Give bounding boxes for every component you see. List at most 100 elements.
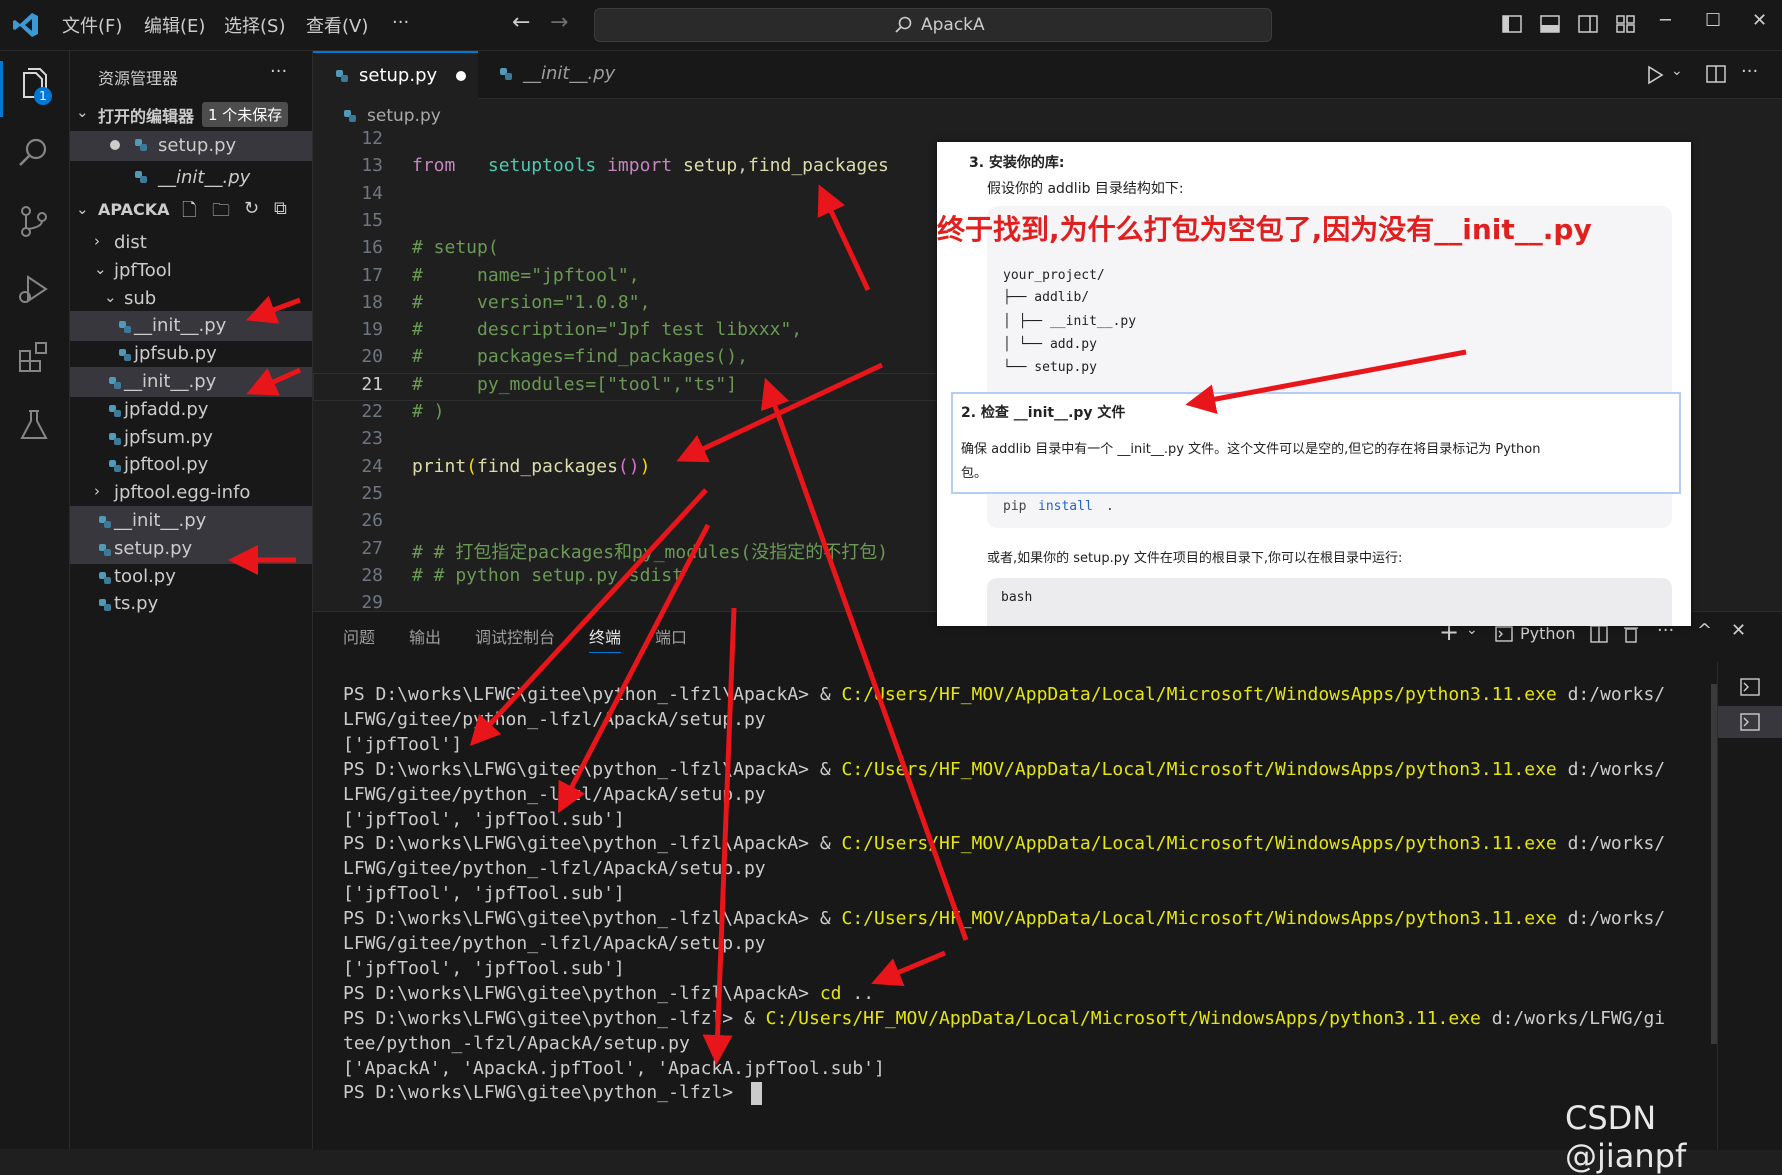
terminal-line: ['jpfTool', 'jpfTool.sub'] [343, 957, 625, 979]
line-number: 29 [361, 592, 383, 614]
maximize-icon[interactable]: ☐ [1705, 10, 1721, 31]
doc-pip-dot: . [1106, 499, 1114, 514]
python-file-icon [118, 346, 132, 362]
close-panel-icon[interactable]: ✕ [1731, 620, 1746, 641]
new-folder-icon[interactable]: 🗀 [212, 198, 230, 228]
command-center[interactable]: ApackA [594, 8, 1272, 42]
code-line[interactable]: from setuptools import setup,find_packag… [412, 155, 889, 176]
code-line[interactable]: # description="Jpf test libxxx", [412, 319, 802, 340]
tree-file[interactable]: __init__.py [70, 367, 312, 397]
menu-file[interactable]: 文件(F) [62, 12, 122, 38]
tab-setup-py[interactable]: setup.py [313, 51, 478, 100]
tree-item-label: ts.py [114, 593, 159, 615]
terminal-scrollbar[interactable] [1711, 684, 1717, 1044]
terminal-instance-icon[interactable] [1740, 678, 1760, 696]
run-debug-icon[interactable] [16, 271, 52, 307]
tree-folder[interactable]: › jpftool.egg-info [70, 478, 312, 508]
tree-file[interactable]: __init__.py [70, 506, 312, 536]
python-file-icon [108, 430, 122, 445]
shell-label[interactable]: Python [1520, 624, 1575, 643]
new-file-icon[interactable]: 🗋 [182, 198, 196, 228]
code-line[interactable]: # py_modules=["tool","ts"] [412, 374, 737, 395]
code-line[interactable]: # version="1.0.8", [412, 292, 650, 313]
editor-more-icon[interactable]: ··· [1741, 61, 1758, 82]
tree-file[interactable]: __init__.py [70, 311, 312, 342]
toggle-sidebar-icon[interactable] [1502, 15, 1522, 33]
panel-tab-problems[interactable]: 问题 [343, 624, 375, 648]
terminal-instance-selected[interactable] [1718, 706, 1782, 738]
unsaved-badge: 1 个未保存 [202, 102, 289, 127]
customize-layout-icon[interactable] [1616, 15, 1636, 33]
terminal-line: LFWG/gitee/python_-lfzl/ApackA/setup.py [343, 708, 766, 730]
run-dropdown-icon[interactable]: ⌄ [1671, 63, 1683, 79]
terminal-icon [1495, 626, 1513, 642]
code-line[interactable]: # name="jpftool", [412, 265, 640, 286]
tree-file[interactable]: ts.py [70, 589, 312, 619]
split-editor-icon[interactable] [1706, 65, 1726, 83]
search-icon[interactable] [16, 135, 52, 171]
tree-folder[interactable]: ⌄ sub [70, 284, 312, 314]
menu-view[interactable]: 查看(V) [306, 12, 368, 38]
tree-file[interactable]: setup.py [70, 533, 312, 564]
tree-file[interactable]: jpfadd.py [70, 395, 312, 425]
csdn-watermark: CSDN @jianpf [1565, 1099, 1687, 1175]
doc-tree-line: │ └── add.py [1003, 337, 1097, 352]
code-line[interactable]: # packages=find_packages(), [412, 346, 748, 367]
refresh-icon[interactable]: ↻ [244, 198, 259, 219]
minimize-icon[interactable]: ─ [1660, 10, 1671, 31]
tree-item-label: __init__.py [134, 315, 227, 337]
tree-file[interactable]: jpftool.py [70, 450, 312, 480]
toggle-secondary-sidebar-icon[interactable] [1578, 15, 1598, 33]
open-editor-init-py[interactable]: __init__.py [70, 163, 312, 193]
testing-icon[interactable] [16, 407, 52, 443]
doc-pip-install: install [1038, 499, 1093, 514]
explorer-more-icon[interactable]: ··· [270, 61, 287, 82]
doc-step2-box: 2. 检查 __init__.py 文件 确保 addlib 目录中有一个 __… [951, 392, 1681, 494]
panel-tab-ports[interactable]: 端口 [655, 624, 687, 648]
terminal-line: PS D:\works\LFWG\gitee\python_-lfzl> & C… [343, 1007, 1666, 1029]
open-editors-header[interactable]: ⌄ 打开的编辑器 1 个未保存 [70, 99, 312, 129]
terminal-cursor [751, 1082, 762, 1105]
tree-item-label: __init__.py [124, 371, 217, 392]
terminal-line: LFWG/gitee/python_-lfzl/ApackA/setup.py [343, 933, 766, 954]
maximize-panel-icon[interactable]: ^ [1697, 620, 1712, 641]
tree-file[interactable]: jpfsum.py [70, 423, 312, 453]
extensions-icon[interactable] [16, 339, 52, 375]
trash-icon[interactable] [1623, 625, 1639, 643]
dirty-dot-icon[interactable] [456, 71, 466, 81]
tree-item-label: sub [124, 287, 157, 309]
tree-folder[interactable]: ⌄ jpfTool [70, 256, 312, 286]
dirty-dot-icon [110, 140, 120, 150]
panel-tab-debug-console[interactable]: 调试控制台 [475, 624, 555, 648]
menu-more[interactable]: ··· [392, 12, 409, 33]
split-terminal-icon[interactable] [1590, 625, 1608, 643]
panel-tab-output[interactable]: 输出 [409, 624, 441, 648]
breadcrumb[interactable]: setup.py [367, 106, 441, 126]
annotation-banner: 终于找到,为什么打包为空包了,因为没有__init__.py [937, 213, 1592, 246]
code-line[interactable]: print(find_packages()) [412, 456, 650, 477]
code-line[interactable]: # setup( [412, 237, 499, 258]
menu-edit[interactable]: 编辑(E) [144, 12, 205, 38]
tree-folder[interactable]: › dist [70, 228, 312, 258]
doc-bash-label: bash [1001, 590, 1033, 605]
menu-selection[interactable]: 选择(S) [224, 12, 285, 38]
forward-arrow-icon[interactable]: → [550, 10, 568, 35]
code-line[interactable]: # ) [412, 401, 445, 422]
tree-file[interactable]: tool.py [70, 562, 312, 592]
toggle-panel-icon[interactable] [1540, 15, 1560, 33]
tree-file[interactable]: jpfsub.py [70, 339, 312, 369]
back-arrow-icon[interactable]: ← [512, 10, 530, 35]
line-number: 21 [361, 373, 383, 395]
source-control-icon[interactable] [16, 203, 52, 239]
open-editor-setup-py[interactable]: setup.py [70, 131, 312, 161]
doc-bash-block [987, 578, 1672, 626]
code-line[interactable]: # # python setup.py sdist [412, 565, 683, 586]
tab-init-py[interactable]: __init__.py [479, 51, 645, 98]
code-line[interactable]: # # 打包指定packages和py_modules(没指定的不打包) [412, 538, 888, 564]
line-number: 17 [361, 264, 383, 286]
collapse-all-icon[interactable]: ⧉ [274, 198, 287, 219]
close-window-icon[interactable]: ✕ [1752, 10, 1767, 31]
run-file-icon[interactable] [1646, 65, 1664, 85]
project-header[interactable]: ⌄ APACKA 🗋 🗀 ↻ ⧉ [70, 196, 312, 226]
panel-tab-terminal[interactable]: 终端 [589, 624, 622, 653]
